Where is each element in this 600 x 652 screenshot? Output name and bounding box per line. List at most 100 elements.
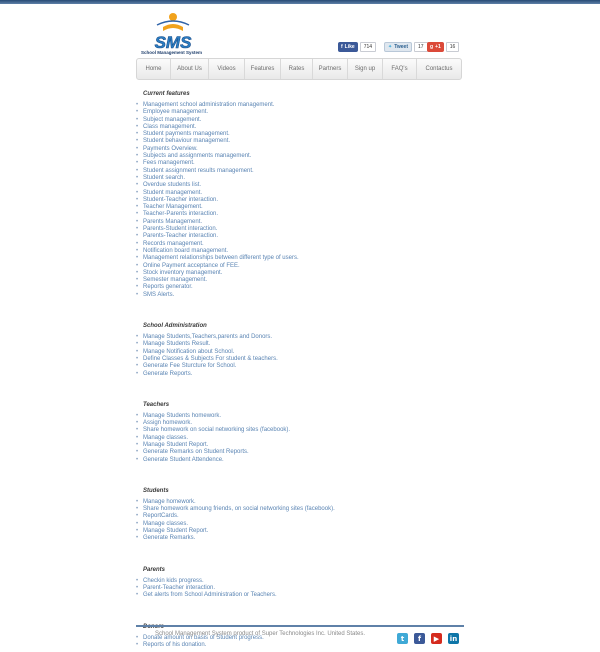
- feature-link[interactable]: Student behaviour management.: [143, 138, 230, 144]
- list-item[interactable]: • Notification board management.: [136, 248, 466, 255]
- feature-link[interactable]: Teacher-Parents interaction.: [143, 211, 218, 217]
- list-item[interactable]: • Generate Student Attendence.: [136, 457, 466, 464]
- youtube-icon[interactable]: ▶: [431, 633, 442, 644]
- feature-link[interactable]: Subjects and assignments management.: [143, 153, 251, 159]
- list-item[interactable]: • Manage classes.: [136, 521, 466, 528]
- feature-link[interactable]: Manage homework.: [143, 499, 196, 505]
- list-item[interactable]: • Assign homework.: [136, 420, 466, 427]
- list-item[interactable]: • Student management.: [136, 190, 466, 197]
- google-plus-button[interactable]: g +1: [427, 42, 444, 52]
- list-item[interactable]: • Overdue students list.: [136, 182, 466, 189]
- feature-link[interactable]: Parent-Teacher interaction.: [143, 585, 215, 591]
- feature-link[interactable]: Fees management.: [143, 160, 195, 166]
- feature-link[interactable]: Student payments management.: [143, 131, 230, 137]
- feature-link[interactable]: Overdue students list.: [143, 182, 201, 188]
- list-item[interactable]: • Checkin kids progress.: [136, 578, 466, 585]
- nav-sign-up[interactable]: Sign up: [348, 59, 383, 79]
- feature-link[interactable]: Generate Remarks.: [143, 535, 195, 541]
- list-item[interactable]: • Define Classes & Subjects For student &…: [136, 356, 466, 363]
- list-item[interactable]: • Teacher Management.: [136, 204, 466, 211]
- list-item[interactable]: • Online Payment acceptance of FEE.: [136, 263, 466, 270]
- feature-link[interactable]: Manage Student Report.: [143, 442, 208, 448]
- nav-videos[interactable]: Videos: [209, 59, 245, 79]
- list-item[interactable]: • Get alerts from School Administration o…: [136, 592, 466, 599]
- list-item[interactable]: • Records management.: [136, 241, 466, 248]
- feature-link[interactable]: Manage Student Report.: [143, 528, 208, 534]
- nav-features[interactable]: Features: [245, 59, 281, 79]
- feature-link[interactable]: ReportCards.: [143, 513, 179, 519]
- feature-link[interactable]: Student-Teacher interaction.: [143, 197, 218, 203]
- list-item[interactable]: • Fees management.: [136, 160, 466, 167]
- feature-link[interactable]: Payments Overview.: [143, 146, 198, 152]
- list-item[interactable]: • Generate Remarks on Student Reports.: [136, 449, 466, 456]
- feature-link[interactable]: Generate Student Attendence.: [143, 457, 224, 463]
- list-item[interactable]: • Manage Student Report.: [136, 528, 466, 535]
- feature-link[interactable]: Employee management.: [143, 109, 208, 115]
- feature-link[interactable]: Assign homework.: [143, 420, 192, 426]
- feature-link[interactable]: Stock inventory management.: [143, 270, 222, 276]
- feature-link[interactable]: SMS Alerts.: [143, 292, 174, 298]
- list-item[interactable]: • Student search.: [136, 175, 466, 182]
- feature-link[interactable]: Manage classes.: [143, 521, 188, 527]
- list-item[interactable]: • Parents-Student interaction.: [136, 226, 466, 233]
- list-item[interactable]: • Manage Students Result.: [136, 341, 466, 348]
- feature-link[interactable]: Get alerts from School Administration or…: [143, 592, 277, 598]
- feature-link[interactable]: Class management.: [143, 124, 196, 130]
- list-item[interactable]: • Generate Remarks.: [136, 535, 466, 542]
- list-item[interactable]: • Parents Management.: [136, 219, 466, 226]
- feature-link[interactable]: Reports generator.: [143, 284, 193, 290]
- feature-link[interactable]: Share homework amoung friends, on social…: [143, 506, 335, 512]
- list-item[interactable]: • SMS Alerts.: [136, 292, 466, 299]
- feature-link[interactable]: Records management.: [143, 241, 204, 247]
- list-item[interactable]: • Manage homework.: [136, 499, 466, 506]
- feature-link[interactable]: Generate Remarks on Student Reports.: [143, 449, 249, 455]
- list-item[interactable]: • Management relationships between differ…: [136, 255, 466, 262]
- list-item[interactable]: • Parents-Teacher interaction.: [136, 233, 466, 240]
- feature-link[interactable]: Define Classes & Subjects For student & …: [143, 356, 278, 362]
- feature-link[interactable]: Management relationships between differe…: [143, 255, 299, 261]
- feature-link[interactable]: Parents-Student interaction.: [143, 226, 217, 232]
- list-item[interactable]: • Manage Notification about School.: [136, 349, 466, 356]
- list-item[interactable]: • Student payments management.: [136, 131, 466, 138]
- nav-contact-us[interactable]: Contactus: [417, 59, 461, 79]
- list-item[interactable]: • Subject management.: [136, 117, 466, 124]
- list-item[interactable]: • ReportCards.: [136, 513, 466, 520]
- feature-link[interactable]: Parents-Teacher interaction.: [143, 233, 218, 239]
- list-item[interactable]: • Student-Teacher interaction.: [136, 197, 466, 204]
- list-item[interactable]: • Employee management.: [136, 109, 466, 116]
- list-item[interactable]: • Parent-Teacher interaction.: [136, 585, 466, 592]
- google-plus-widget[interactable]: g +1 16: [427, 42, 460, 52]
- list-item[interactable]: • Subjects and assignments management.: [136, 153, 466, 160]
- feature-link[interactable]: Online Payment acceptance of FEE.: [143, 263, 240, 269]
- list-item[interactable]: • Stock inventory management.: [136, 270, 466, 277]
- tweet-button[interactable]: ✦ Tweet: [384, 42, 413, 52]
- feature-link[interactable]: Manage classes.: [143, 435, 188, 441]
- feature-link[interactable]: Checkin kids progress.: [143, 578, 204, 584]
- feature-link[interactable]: Notification board management.: [143, 248, 228, 254]
- list-item[interactable]: • Student assignment results management.: [136, 168, 466, 175]
- list-item[interactable]: • Semester management.: [136, 277, 466, 284]
- list-item[interactable]: • Manage classes.: [136, 435, 466, 442]
- list-item[interactable]: • Share homework on social networking sit…: [136, 427, 466, 434]
- tweet-widget[interactable]: ✦ Tweet 17: [384, 42, 428, 52]
- linkedin-icon[interactable]: in: [448, 633, 459, 644]
- nav-faqs[interactable]: FAQ's: [383, 59, 417, 79]
- list-item[interactable]: • Manage Student Report.: [136, 442, 466, 449]
- nav-rates[interactable]: Rates: [281, 59, 313, 79]
- feature-link[interactable]: Student assignment results management.: [143, 168, 254, 174]
- facebook-icon[interactable]: f: [414, 633, 425, 644]
- list-item[interactable]: • Management school administration manage…: [136, 102, 466, 109]
- feature-link[interactable]: Generate Reports.: [143, 371, 192, 377]
- feature-link[interactable]: Subject management.: [143, 117, 201, 123]
- feature-link[interactable]: Manage Notification about School.: [143, 349, 234, 355]
- list-item[interactable]: • Manage Students,Teachers,parents and Do…: [136, 334, 466, 341]
- feature-link[interactable]: Semester management.: [143, 277, 207, 283]
- facebook-like-button[interactable]: f Like: [338, 42, 358, 52]
- twitter-icon[interactable]: t: [397, 633, 408, 644]
- feature-link[interactable]: Manage Students,Teachers,parents and Don…: [143, 334, 272, 340]
- feature-link[interactable]: Teacher Management.: [143, 204, 203, 210]
- list-item[interactable]: • Reports generator.: [136, 284, 466, 291]
- feature-link[interactable]: Student management.: [143, 190, 202, 196]
- feature-link[interactable]: Management school administration managem…: [143, 102, 274, 108]
- list-item[interactable]: • Teacher-Parents interaction.: [136, 211, 466, 218]
